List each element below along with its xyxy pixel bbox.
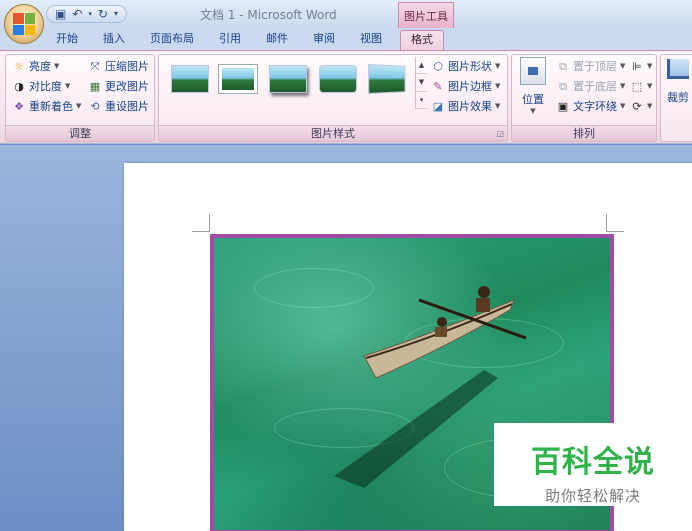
crop-icon — [667, 59, 689, 79]
align-button[interactable]: ⊫ ▼ — [630, 57, 652, 75]
arrange-group: 位置 ▼ ⧉ 置于顶层 ▼ ⧉ 置于底层 ▼ ▣ 文字环绕 ▼ ⊫ ▼ ⬚ ▼ … — [511, 54, 657, 142]
picture-style-soft-edge[interactable] — [319, 65, 357, 93]
size-group: 裁剪 — [660, 54, 692, 142]
dropdown-arrow-icon: ▼ — [65, 82, 71, 90]
watermark: 百科全说 助你轻松解决 — [494, 423, 692, 506]
adjust-group: ☼ 亮度 ▼ ◑ 对比度 ▼ ❖ 重新着色 ▼ ⤧ 压缩图片 ▦ 更改图片 ⟲ … — [5, 54, 155, 142]
position-button[interactable]: 位置 ▼ — [520, 57, 546, 115]
dropdown-arrow-icon: ▼ — [76, 102, 82, 110]
dropdown-arrow-icon: ▼ — [530, 107, 536, 115]
rotate-icon: ⟳ — [632, 99, 642, 113]
tab-insert[interactable]: 插入 — [103, 30, 125, 50]
picture-effects-button[interactable]: ◪ 图片效果 ▼ — [431, 97, 501, 115]
brightness-button[interactable]: ☼ 亮度 ▼ — [12, 57, 59, 75]
dropdown-arrow-icon: ▼ — [647, 62, 653, 70]
change-picture-button[interactable]: ▦ 更改图片 — [88, 77, 149, 95]
office-button[interactable] — [4, 4, 44, 44]
watermark-subtitle: 助你轻松解决 — [544, 487, 641, 505]
contrast-button[interactable]: ◑ 对比度 ▼ — [12, 77, 70, 95]
group-button[interactable]: ⬚ ▼ — [630, 77, 653, 95]
page-corner-mark-top-left — [192, 214, 210, 232]
text-wrap-icon: ▣ — [557, 99, 569, 113]
reset-picture-icon: ⟲ — [90, 99, 100, 113]
change-picture-icon: ▦ — [89, 79, 101, 93]
tab-view[interactable]: 视图 — [360, 30, 382, 50]
tab-home[interactable]: 开始 — [56, 30, 78, 50]
picture-tools-context-title: 图片工具 — [398, 2, 454, 28]
redo-icon[interactable]: ↻ — [98, 8, 108, 20]
dropdown-arrow-icon: ▼ — [620, 82, 626, 90]
bring-front-icon: ⧉ — [559, 59, 567, 73]
dropdown-arrow-icon: ▼ — [647, 82, 653, 90]
adjust-group-label: 调整 — [6, 125, 154, 141]
compress-icon: ⤧ — [90, 59, 100, 73]
contrast-icon: ◑ — [14, 79, 24, 93]
dropdown-arrow-icon: ▼ — [54, 62, 60, 70]
crop-button[interactable]: 裁剪 — [667, 59, 689, 105]
send-back-icon: ⧉ — [559, 79, 567, 93]
dialog-launcher-icon[interactable]: ◲ — [496, 129, 504, 138]
tab-review[interactable]: 审阅 — [313, 30, 335, 50]
title-bar: ▣ ↶ ▾ ↻ ▾ 文档 1 - Microsoft Word 图片工具 — [0, 0, 692, 28]
ribbon: ☼ 亮度 ▼ ◑ 对比度 ▼ ❖ 重新着色 ▼ ⤧ 压缩图片 ▦ 更改图片 ⟲ … — [0, 50, 692, 144]
tab-references[interactable]: 引用 — [219, 30, 241, 50]
dropdown-arrow-icon: ▼ — [495, 82, 501, 90]
dropdown-arrow-icon: ▼ — [495, 62, 501, 70]
dropdown-arrow-icon: ▼ — [620, 102, 626, 110]
effects-icon: ◪ — [432, 99, 444, 113]
sun-icon: ☼ — [14, 59, 24, 73]
send-to-back-button[interactable]: ⧉ 置于底层 ▼ — [556, 77, 625, 95]
tab-format[interactable]: 格式 — [400, 30, 444, 50]
picture-style-shadow[interactable] — [269, 65, 307, 93]
picture-style-frame[interactable] — [219, 65, 257, 93]
recolor-button[interactable]: ❖ 重新着色 ▼ — [12, 97, 81, 115]
shape-icon: ⬡ — [433, 59, 443, 73]
position-icon — [520, 57, 546, 85]
pen-border-icon: ✎ — [433, 79, 443, 93]
picture-shape-button[interactable]: ⬡ 图片形状 ▼ — [431, 57, 500, 75]
dropdown-arrow-icon: ▼ — [647, 102, 653, 110]
customize-qat-icon[interactable]: ▾ — [114, 10, 118, 18]
bring-to-front-button[interactable]: ⧉ 置于顶层 ▼ — [556, 57, 625, 75]
reset-picture-button[interactable]: ⟲ 重设图片 — [88, 97, 149, 115]
align-icon: ⊫ — [632, 59, 642, 73]
tab-mailings[interactable]: 邮件 — [266, 30, 288, 50]
picture-border-button[interactable]: ✎ 图片边框 ▼ — [431, 77, 500, 95]
ribbon-tab-row: 开始 插入 页面布局 引用 邮件 审阅 视图 格式 — [0, 28, 692, 50]
page-corner-mark-top-right — [606, 214, 624, 232]
watermark-title: 百科全说 — [531, 445, 655, 480]
save-icon[interactable]: ▣ — [55, 8, 66, 20]
text-wrapping-button[interactable]: ▣ 文字环绕 ▼ — [556, 97, 626, 115]
styles-gallery-scroll: ▲ ▼ ▾ — [415, 57, 427, 109]
quick-access-toolbar: ▣ ↶ ▾ ↻ ▾ — [46, 5, 127, 23]
dropdown-arrow-icon: ▼ — [495, 102, 501, 110]
dropdown-arrow-icon: ▼ — [620, 62, 626, 70]
picture-styles-group: ▲ ▼ ▾ ⬡ 图片形状 ▼ ✎ 图片边框 ▼ ◪ 图片效果 ▼ 图片样式 ◲ — [158, 54, 508, 142]
gallery-up-icon[interactable]: ▲ — [416, 57, 427, 75]
picture-styles-group-label: 图片样式 — [159, 125, 507, 141]
office-logo-icon — [13, 13, 35, 35]
group-icon: ⬚ — [631, 79, 643, 93]
gallery-down-icon[interactable]: ▼ — [416, 74, 427, 92]
arrange-group-label: 排列 — [512, 125, 656, 141]
window-title: 文档 1 - Microsoft Word — [200, 8, 337, 22]
undo-icon[interactable]: ↶ — [72, 8, 82, 20]
gallery-more-icon[interactable]: ▾ — [416, 92, 427, 109]
undo-dropdown-icon[interactable]: ▾ — [88, 10, 92, 18]
picture-style-simple[interactable] — [171, 65, 209, 93]
tab-page-layout[interactable]: 页面布局 — [150, 30, 194, 50]
compress-pictures-button[interactable]: ⤧ 压缩图片 — [88, 57, 149, 75]
rotate-button[interactable]: ⟳ ▼ — [630, 97, 652, 115]
recolor-icon: ❖ — [14, 99, 24, 113]
picture-style-perspective[interactable] — [368, 64, 406, 94]
